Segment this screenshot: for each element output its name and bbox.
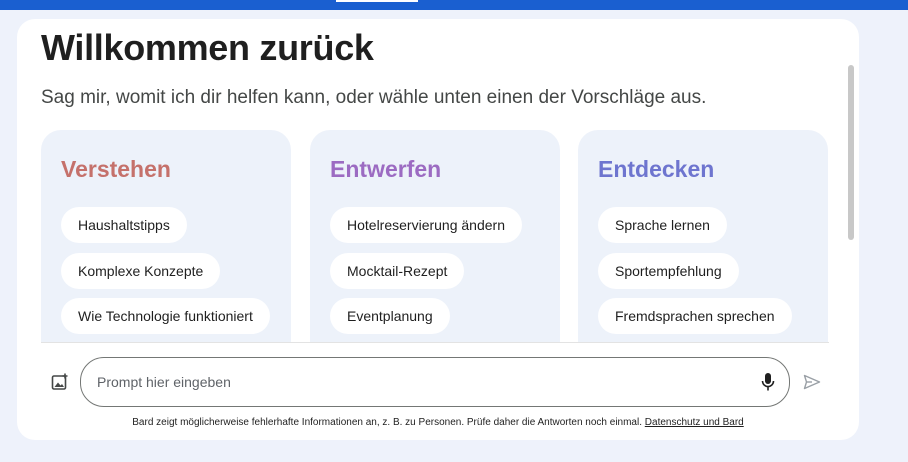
divider [41,342,829,343]
add-photo-icon [51,373,68,390]
microphone-button[interactable] [757,371,779,393]
disclaimer-text: Bard zeigt möglicherweise fehlerhafte In… [132,417,642,428]
browser-top-bar [0,0,908,10]
suggestion-chip[interactable]: Fremdsprachen sprechen [598,298,792,334]
suggestion-chip[interactable]: Sportempfehlung [598,253,739,289]
suggestion-chip[interactable]: Eventplanung [330,298,450,334]
suggestion-card-heading: Verstehen [61,156,171,182]
active-tab-indicator [336,0,418,2]
privacy-link[interactable]: Datenschutz und Bard [645,417,744,428]
page-subtitle: Sag mir, womit ich dir helfen kann, oder… [41,87,707,108]
prompt-input[interactable] [97,358,737,406]
suggestion-card-verstehen: Verstehen Haushaltstipps Komplexe Konzep… [41,130,291,342]
disclaimer: Bard zeigt möglicherweise fehlerhafte In… [17,417,859,428]
welcome-panel: Willkommen zurück Sag mir, womit ich dir… [17,19,859,440]
page-title: Willkommen zurück [41,27,374,68]
send-button[interactable] [801,371,823,393]
suggestion-card-entdecken: Entdecken Sprache lernen Sportempfehlung… [578,130,828,342]
suggestion-card-entwerfen: Entwerfen Hotelreservierung ändern Mockt… [310,130,560,342]
suggestion-chip[interactable]: Hotelreservierung ändern [330,207,522,243]
scrollbar-thumb[interactable] [848,65,854,240]
suggestion-card-heading: Entdecken [598,156,715,182]
prompt-field [80,357,790,407]
suggestion-chip[interactable]: Komplexe Konzepte [61,253,221,289]
suggestion-chip[interactable]: Mocktail-Rezept [330,253,465,289]
suggestion-card-heading: Entwerfen [330,156,442,182]
send-icon [803,374,821,390]
suggestion-columns: Verstehen Haushaltstipps Komplexe Konzep… [41,130,829,342]
suggestion-chip[interactable]: Haushaltstipps [61,207,187,243]
suggestion-chip[interactable]: Sprache lernen [598,207,727,243]
suggestion-chip[interactable]: Wie Technologie funktioniert [61,298,270,334]
upload-image-button[interactable] [49,371,71,393]
microphone-icon [761,373,775,391]
